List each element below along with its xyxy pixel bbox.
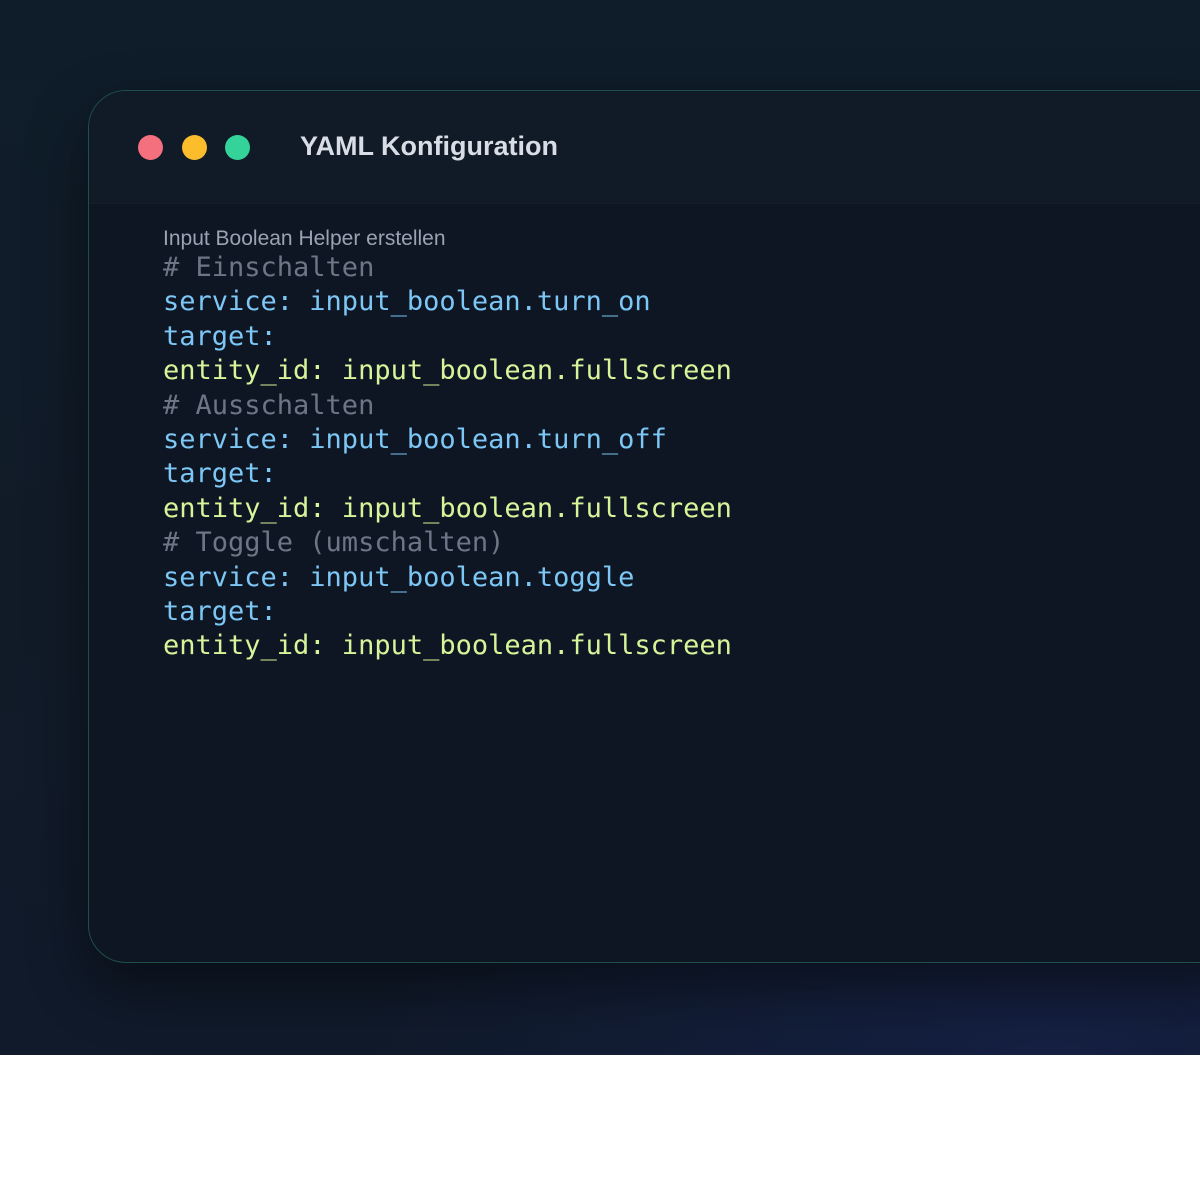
code-line-target: target: [163, 458, 277, 490]
code-line-service: service: input_boolean.turn_on [163, 286, 651, 318]
code-line-entity: entity_id: input_boolean.fullscreen [163, 492, 732, 524]
code-line-service: service: input_boolean.toggle [163, 561, 635, 593]
window-title: YAML Konfiguration [300, 131, 558, 161]
code-line-entity: entity_id: input_boolean.fullscreen [163, 355, 732, 387]
code-window: YAML Konfiguration Input Boolean Helper … [88, 90, 1200, 963]
code-line-comment: # Toggle (umschalten) [163, 527, 505, 559]
code-line-target: target: [163, 595, 277, 627]
code-line-comment: # Einschalten [163, 252, 375, 283]
backdrop: YAML Konfiguration Input Boolean Helper … [0, 0, 1200, 1055]
code-line-target: target: [163, 320, 277, 352]
code-line-entity: entity_id: input_boolean.fullscreen [163, 630, 732, 662]
code-caption: Input Boolean Helper erstellen [163, 227, 446, 250]
window-titlebar: YAML Konfiguration [89, 91, 1200, 204]
code-block: # Einschalten service: input_boolean.tur… [163, 251, 732, 664]
code-line-service: service: input_boolean.turn_off [163, 423, 667, 455]
code-line-comment: # Ausschalten [163, 389, 375, 421]
close-button[interactable] [138, 135, 163, 160]
maximize-button[interactable] [225, 135, 250, 160]
minimize-button[interactable] [182, 135, 207, 160]
